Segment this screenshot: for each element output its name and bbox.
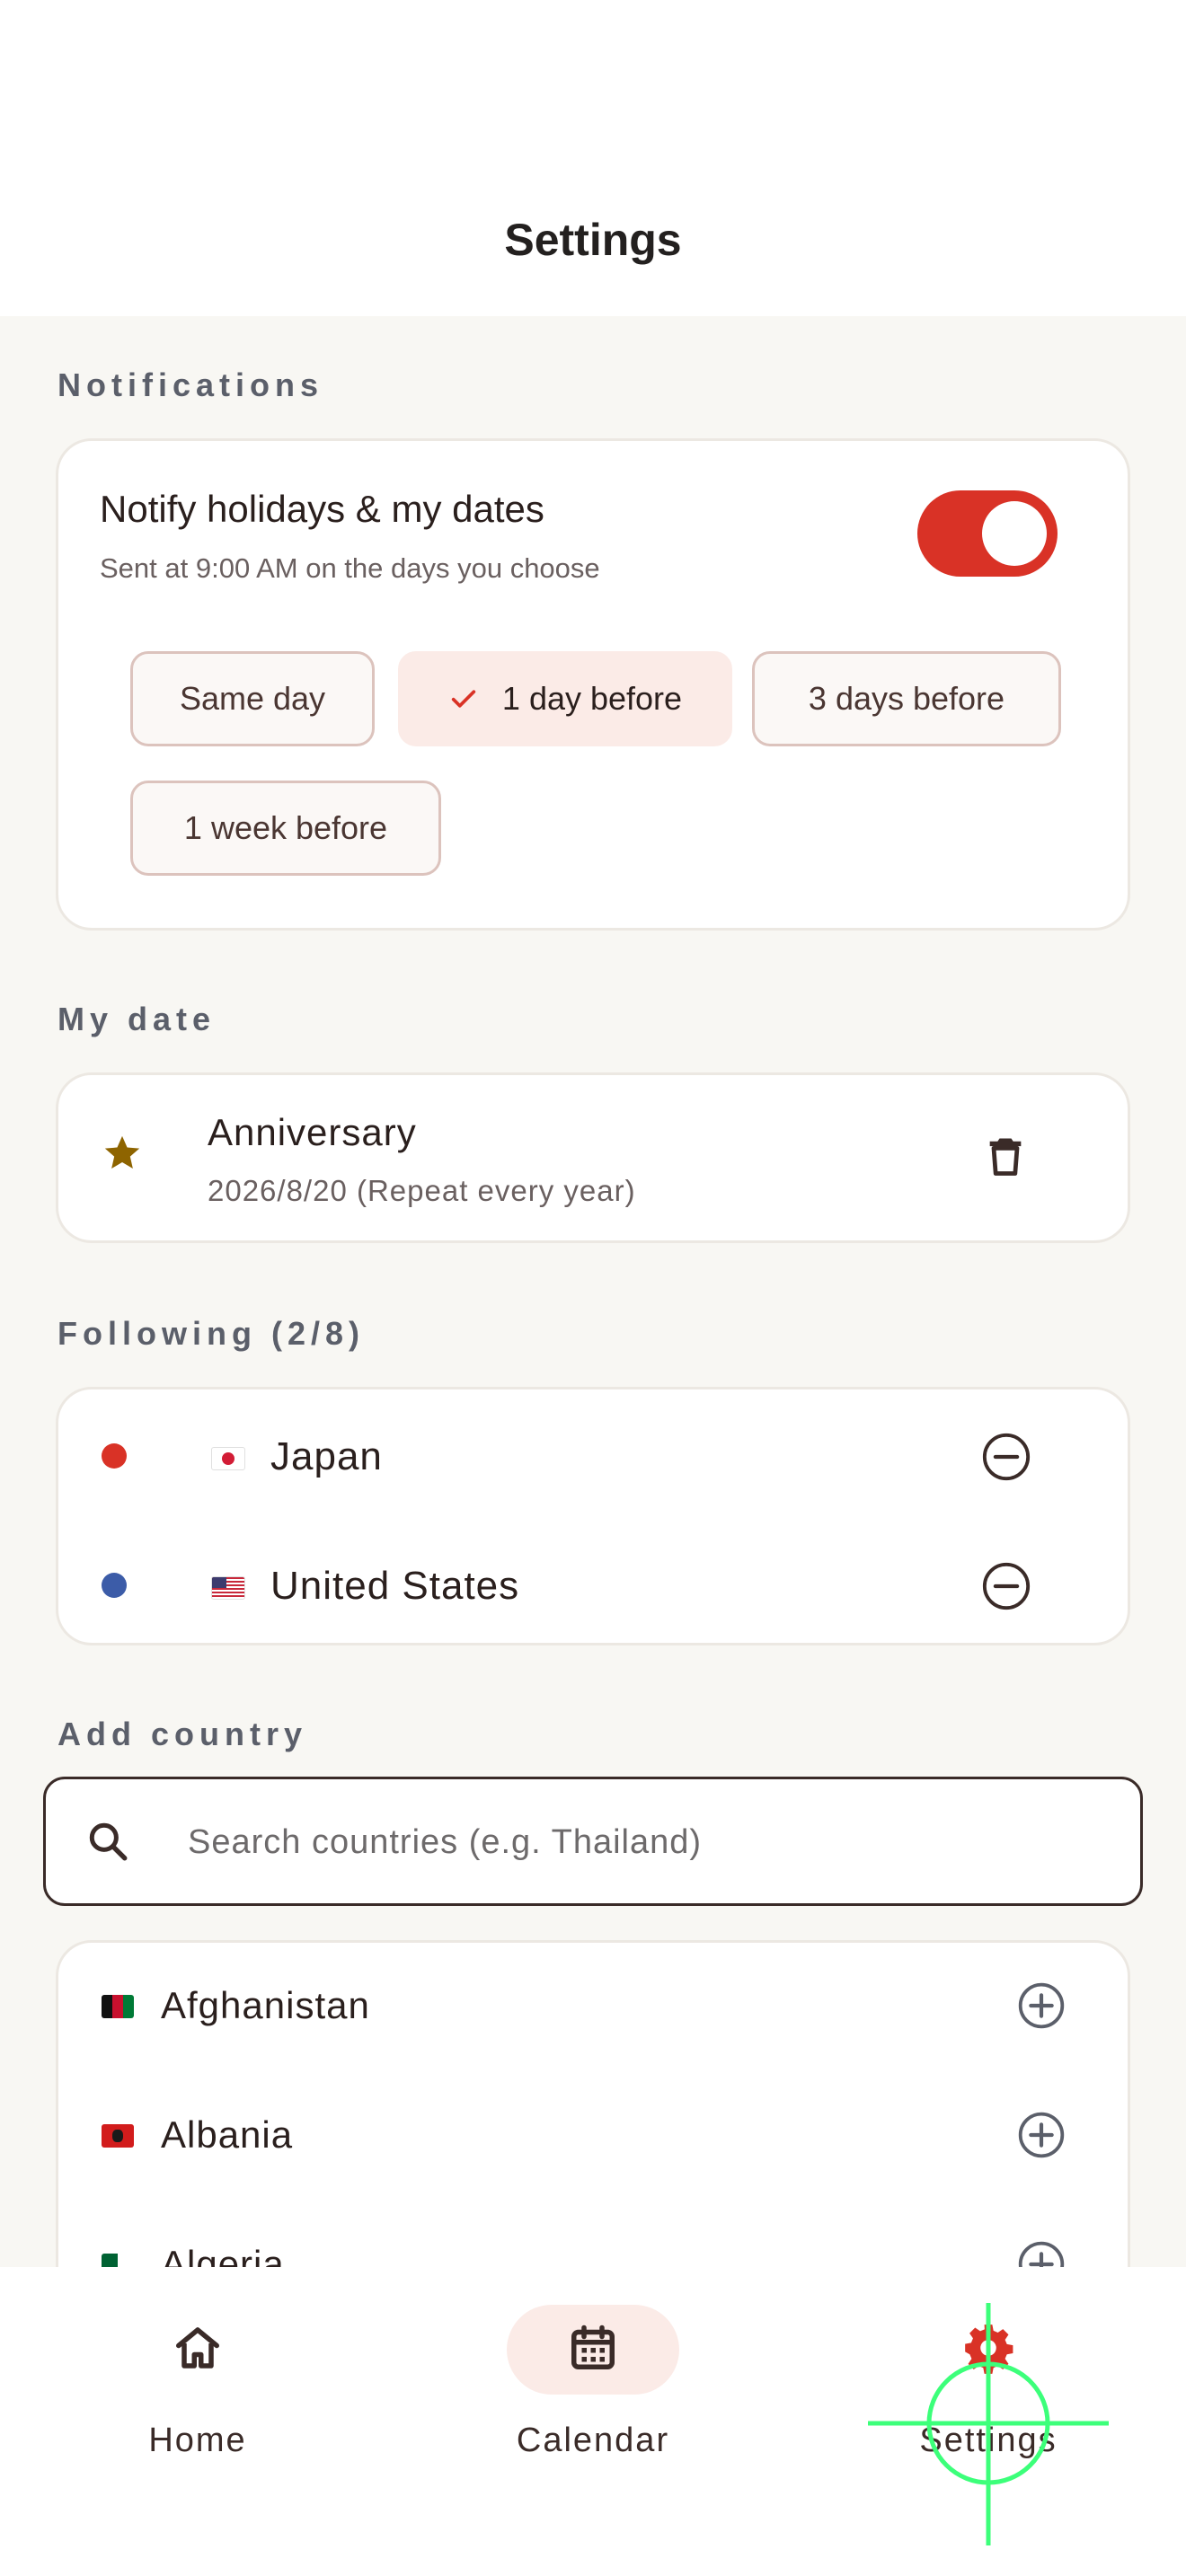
notifications-card: Notify holidays & my dates Sent at 9:00 … bbox=[56, 438, 1130, 931]
bottom-nav: Home Calendar Settings bbox=[0, 2267, 1186, 2576]
al-flag-icon bbox=[102, 2124, 134, 2148]
nav-label: Home bbox=[148, 2422, 247, 2459]
option-label: 1 day before bbox=[501, 680, 683, 717]
plus-circle-icon[interactable] bbox=[1016, 1981, 1067, 2035]
trash-icon[interactable] bbox=[982, 1133, 1029, 1184]
option-1-week-before[interactable]: 1 week before bbox=[130, 781, 441, 876]
following-section-label: Following (2/8) bbox=[58, 1315, 365, 1352]
notify-title: Notify holidays & my dates bbox=[100, 488, 544, 530]
add-country-section-label: Add country bbox=[58, 1716, 307, 1752]
app-header: Settings bbox=[0, 0, 1186, 316]
notify-toggle[interactable] bbox=[917, 490, 1058, 577]
option-label: 1 week before bbox=[183, 809, 388, 846]
jp-flag-icon bbox=[211, 1447, 245, 1470]
country-name: Japan bbox=[270, 1434, 383, 1478]
country-name: Afghanistan bbox=[161, 1984, 370, 2026]
date-title: Anniversary bbox=[208, 1111, 417, 1153]
following-card: Japan United States bbox=[56, 1387, 1130, 1645]
date-subtitle: 2026/8/20 (Repeat every year) bbox=[208, 1174, 636, 1207]
home-icon bbox=[171, 2321, 225, 2379]
following-row-japan: Japan bbox=[58, 1411, 1128, 1501]
nav-label: Settings bbox=[919, 2422, 1058, 2459]
minus-circle-icon[interactable] bbox=[980, 1431, 1032, 1487]
following-row-united-states: United States bbox=[58, 1540, 1128, 1630]
my-date-section-label: My date bbox=[58, 1001, 217, 1037]
nav-label: Calendar bbox=[516, 2422, 670, 2459]
search-input[interactable] bbox=[186, 1779, 1088, 1905]
option-label: 3 days before bbox=[808, 680, 1005, 717]
list-item[interactable]: Albania bbox=[58, 2088, 1128, 2187]
page-title: Settings bbox=[504, 215, 682, 265]
nav-settings[interactable]: Settings bbox=[791, 2267, 1186, 2576]
country-name: Albania bbox=[161, 2113, 294, 2156]
color-dot bbox=[102, 1443, 127, 1469]
nav-calendar[interactable]: Calendar bbox=[395, 2267, 791, 2576]
search-box bbox=[43, 1777, 1143, 1906]
nav-icon-wrap bbox=[111, 2305, 284, 2395]
gear-icon bbox=[960, 2320, 1016, 2380]
nav-icon-wrap bbox=[507, 2305, 679, 2395]
search-icon bbox=[85, 1819, 130, 1868]
toggle-knob bbox=[982, 501, 1047, 566]
country-name: United States bbox=[270, 1564, 520, 1608]
list-item[interactable]: Afghanistan bbox=[58, 1959, 1128, 2058]
color-dot bbox=[102, 1573, 127, 1598]
option-label: Same day bbox=[179, 680, 326, 717]
option-same-day[interactable]: Same day bbox=[130, 651, 375, 746]
star-icon bbox=[102, 1133, 143, 1185]
nav-icon-wrap bbox=[902, 2305, 1075, 2395]
calendar-icon bbox=[566, 2321, 620, 2379]
us-flag-icon bbox=[211, 1576, 245, 1600]
minus-circle-icon[interactable] bbox=[980, 1560, 1032, 1617]
plus-circle-icon[interactable] bbox=[1016, 2110, 1067, 2165]
nav-home[interactable]: Home bbox=[0, 2267, 395, 2576]
af-flag-icon bbox=[102, 1995, 134, 2018]
my-date-card[interactable]: Anniversary 2026/8/20 (Repeat every year… bbox=[56, 1072, 1130, 1243]
option-1-day-before[interactable]: 1 day before bbox=[398, 651, 732, 746]
check-icon bbox=[448, 684, 479, 714]
option-3-days-before[interactable]: 3 days before bbox=[752, 651, 1061, 746]
notifications-section-label: Notifications bbox=[58, 366, 324, 403]
notify-subtitle: Sent at 9:00 AM on the days you choose bbox=[100, 552, 600, 584]
